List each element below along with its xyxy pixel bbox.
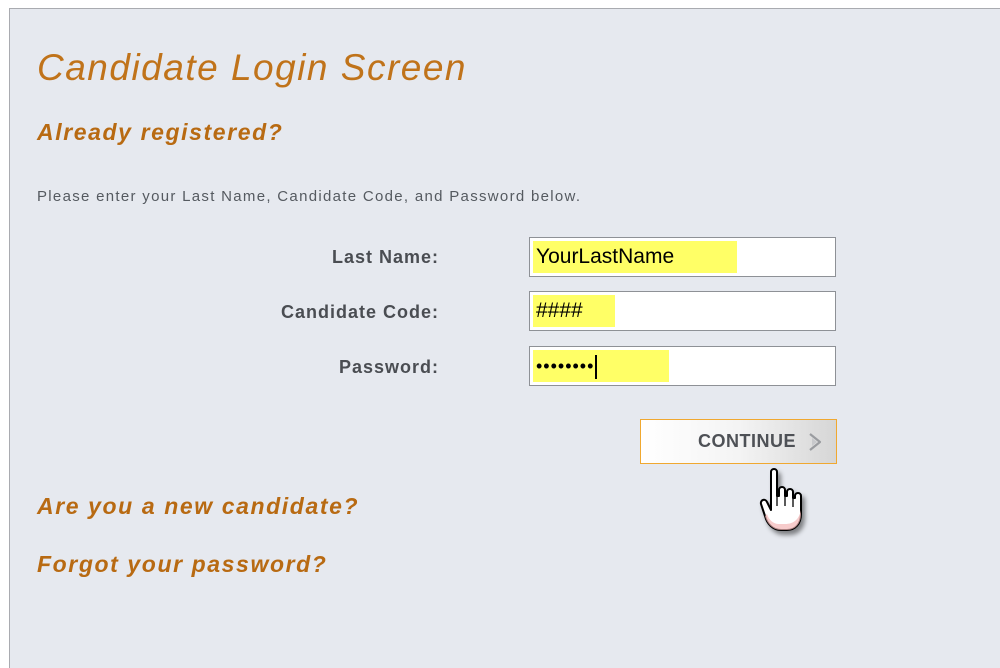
instruction-text: Please enter your Last Name, Candidate C… bbox=[37, 188, 582, 205]
page-title: Candidate Login Screen bbox=[37, 47, 468, 88]
password-label: Password: bbox=[338, 357, 439, 377]
continue-button[interactable]: CONTINUE bbox=[640, 419, 837, 464]
password-input[interactable]: •••••••• bbox=[529, 346, 836, 386]
hand-pointer-icon bbox=[755, 466, 817, 541]
continue-button-label: CONTINUE bbox=[698, 431, 796, 451]
password-dots: •••••••• bbox=[536, 356, 595, 376]
password-value: •••••••• bbox=[533, 350, 669, 382]
candidate-code-input[interactable]: #### bbox=[529, 291, 836, 331]
text-caret bbox=[595, 355, 598, 380]
already-registered-heading: Already registered? bbox=[37, 119, 284, 145]
last-name-value: YourLastName bbox=[533, 241, 737, 273]
candidate-code-value: #### bbox=[533, 295, 615, 327]
forgot-password-link[interactable]: Forgot your password? bbox=[37, 551, 327, 578]
candidate-code-label: Candidate Code: bbox=[280, 302, 439, 322]
login-panel: Candidate Login Screen Already registere… bbox=[9, 8, 1000, 668]
last-name-label: Last Name: bbox=[331, 247, 439, 267]
last-name-input[interactable]: YourLastName bbox=[529, 237, 836, 277]
new-candidate-link[interactable]: Are you a new candidate? bbox=[37, 493, 359, 520]
chevron-right-icon bbox=[808, 432, 822, 451]
